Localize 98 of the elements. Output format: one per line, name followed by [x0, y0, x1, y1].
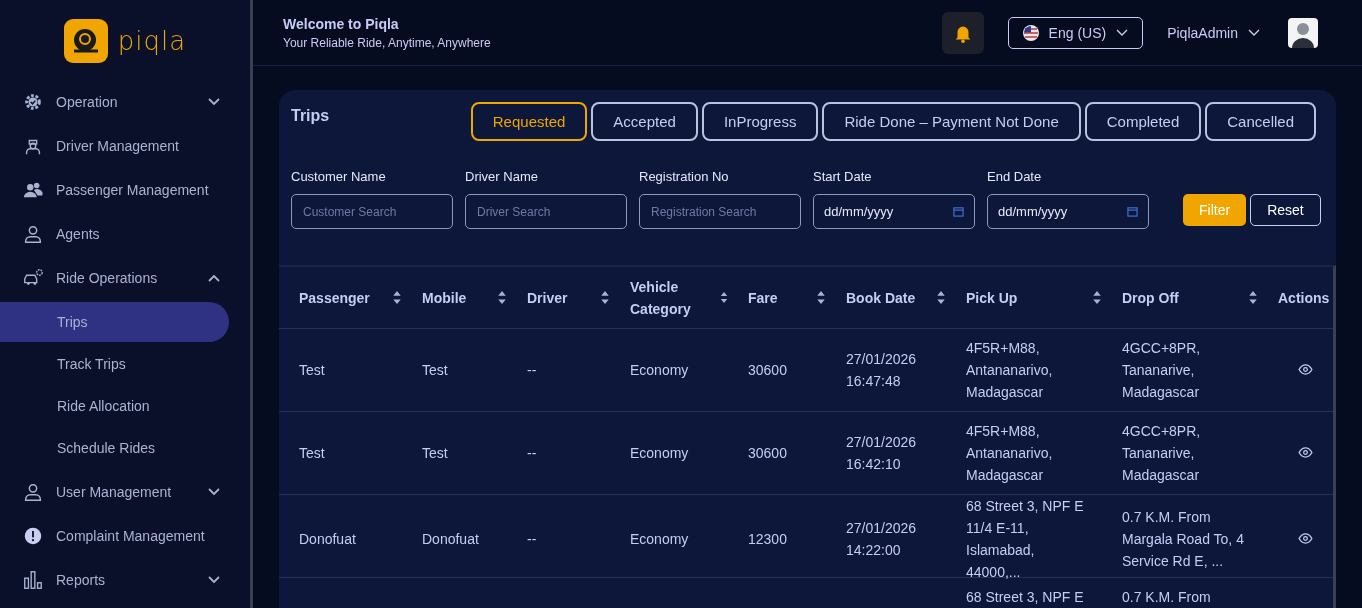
user-menu[interactable]: PiqlaAdmin: [1167, 24, 1260, 41]
eye-icon[interactable]: [1298, 447, 1313, 458]
column-header: Actions: [1278, 288, 1331, 308]
sidebar-subitem[interactable]: Trips: [0, 302, 229, 342]
column-header: Book Date: [846, 288, 916, 308]
field-label: End Date: [987, 169, 1043, 184]
sort-icon[interactable]: [816, 290, 826, 305]
table-cell-text: Economy: [630, 361, 690, 380]
sort-icon[interactable]: [392, 290, 402, 305]
date-field[interactable]: dd/mm/yyyy: [813, 194, 975, 229]
table-cell-text: 4F5R+M88, Antananarivo, Madagascar: [966, 339, 1054, 402]
column-header: Mobile: [422, 288, 467, 308]
table-cell-text: Economy: [630, 444, 690, 463]
language-selector[interactable]: Eng (US): [1007, 16, 1144, 49]
table-cell-text: 27/01/2026 16:42:10: [846, 433, 918, 474]
table-cell-text: 12300: [748, 530, 788, 549]
column-header: Passenger: [299, 288, 370, 308]
table-cell-text: Test: [299, 361, 326, 380]
table-cell-text: 27/01/2026 16:47:48: [846, 350, 918, 391]
table-cell-text: 68 Street 3, NPF E: [966, 588, 1085, 607]
table-cell-text: --: [527, 530, 538, 549]
field-label: Start Date: [813, 169, 873, 184]
sidebar-item[interactable]: Reports: [0, 558, 250, 602]
table-cell-text: Economy: [630, 530, 690, 549]
date-field[interactable]: dd/mm/yyyy: [987, 194, 1149, 229]
chevron-down-icon: [1248, 28, 1260, 37]
brand-name: piqla: [117, 26, 187, 56]
sidebar-item[interactable]: Ride Operations: [0, 256, 250, 300]
field-label: Registration No: [639, 169, 730, 184]
eye-icon[interactable]: [1298, 364, 1313, 375]
flag-icon: [1022, 24, 1039, 41]
table-cell-text: 0.7 K.M. From Margala Road To, 4 Service Rd E, ...: [1122, 508, 1245, 571]
sidebar-item[interactable]: Passenger Management: [0, 168, 250, 212]
search-field[interactable]: Driver Search: [465, 194, 627, 229]
table-cell-text: 68 Street 3, NPF E 11/4 E-11, Islamabad, 44000,...: [966, 497, 1085, 582]
column-header: Vehicle Category: [630, 277, 692, 319]
search-field[interactable]: Registration Search: [639, 194, 801, 229]
table-cell-text: --: [527, 444, 538, 463]
sort-icon[interactable]: [600, 290, 610, 305]
sidebar-item[interactable]: Driver Management: [0, 124, 250, 168]
search-field[interactable]: Customer Search: [291, 194, 453, 229]
chevron-down-icon[interactable]: [208, 488, 220, 496]
column-header: Drop Off: [1122, 288, 1179, 308]
table-cell-text: 27/01/2026 14:22:00: [846, 519, 918, 560]
column-header: Pick Up: [966, 288, 1018, 308]
sidebar-subitem[interactable]: Ride Allocation: [0, 386, 229, 426]
bar-chart-icon: [22, 569, 44, 591]
status-tab[interactable]: Ride Done – Payment Not Done: [822, 102, 1081, 141]
table-cell-text: 4GCC+8PR, Tananarive, Madagascar: [1122, 339, 1202, 402]
column-header: Fare: [748, 288, 778, 308]
alert-icon: [22, 525, 44, 547]
status-tab[interactable]: Cancelled: [1205, 102, 1316, 141]
status-tab[interactable]: Requested: [470, 102, 588, 141]
chevron-down-icon[interactable]: [208, 576, 220, 584]
table-cell-text: Test: [299, 444, 326, 463]
status-tab[interactable]: InProgress: [701, 102, 819, 141]
sidebar-item[interactable]: Agents: [0, 212, 250, 256]
table-cell-text: 4GCC+8PR, Tananarive, Madagascar: [1122, 422, 1202, 485]
header-subtitle: Your Reliable Ride, Anytime, Anywhere: [283, 35, 492, 50]
table-cell-text: 30600: [748, 361, 788, 380]
table-cell-text: Donofuat: [299, 530, 357, 549]
person-icon: [22, 223, 44, 245]
header-title: Welcome to Piqla: [283, 15, 400, 32]
sidebar-item[interactable]: User Management: [0, 470, 250, 514]
calendar-icon: [1127, 206, 1138, 217]
person-icon: [22, 481, 44, 503]
table-cell-text: Test: [422, 444, 449, 463]
chevron-up-icon[interactable]: [208, 274, 220, 282]
sort-icon[interactable]: [1248, 290, 1258, 305]
table-cell-text: 0.7 K.M. From: [1122, 588, 1212, 607]
field-label: Customer Name: [291, 169, 387, 184]
sidebar-item[interactable]: Operation: [0, 80, 250, 124]
chevron-down-icon[interactable]: [208, 98, 220, 106]
sidebar-subitem[interactable]: Schedule Rides: [0, 428, 229, 468]
avatar-icon: [1288, 17, 1318, 48]
sort-icon[interactable]: [497, 290, 507, 305]
sidebar-item[interactable]: Complaint Management: [0, 514, 250, 558]
table-cell-text: --: [527, 361, 538, 380]
field-label: Driver Name: [465, 169, 539, 184]
chevron-down-icon: [1116, 28, 1129, 37]
calendar-icon: [953, 206, 964, 217]
section-title: Trips: [291, 106, 331, 126]
table-cell-text: Donofuat: [422, 530, 480, 549]
sort-icon[interactable]: [936, 290, 946, 305]
reset-button[interactable]: Reset: [1250, 194, 1321, 226]
logo-icon: [63, 19, 108, 63]
sort-icon[interactable]: [720, 290, 728, 305]
eye-icon[interactable]: [1298, 533, 1313, 544]
sort-icon[interactable]: [1092, 290, 1102, 305]
gear-icon: [22, 91, 44, 113]
column-header: Driver: [527, 288, 568, 308]
table-cell-text: 30600: [748, 444, 788, 463]
notification-button[interactable]: [941, 11, 984, 54]
table-cell-text: Test: [422, 361, 449, 380]
status-tab[interactable]: Accepted: [591, 102, 698, 141]
status-tab[interactable]: Completed: [1084, 102, 1202, 141]
table-cell-text: 4F5R+M88, Antananarivo, Madagascar: [966, 422, 1054, 485]
sidebar-subitem[interactable]: Track Trips: [0, 344, 229, 384]
